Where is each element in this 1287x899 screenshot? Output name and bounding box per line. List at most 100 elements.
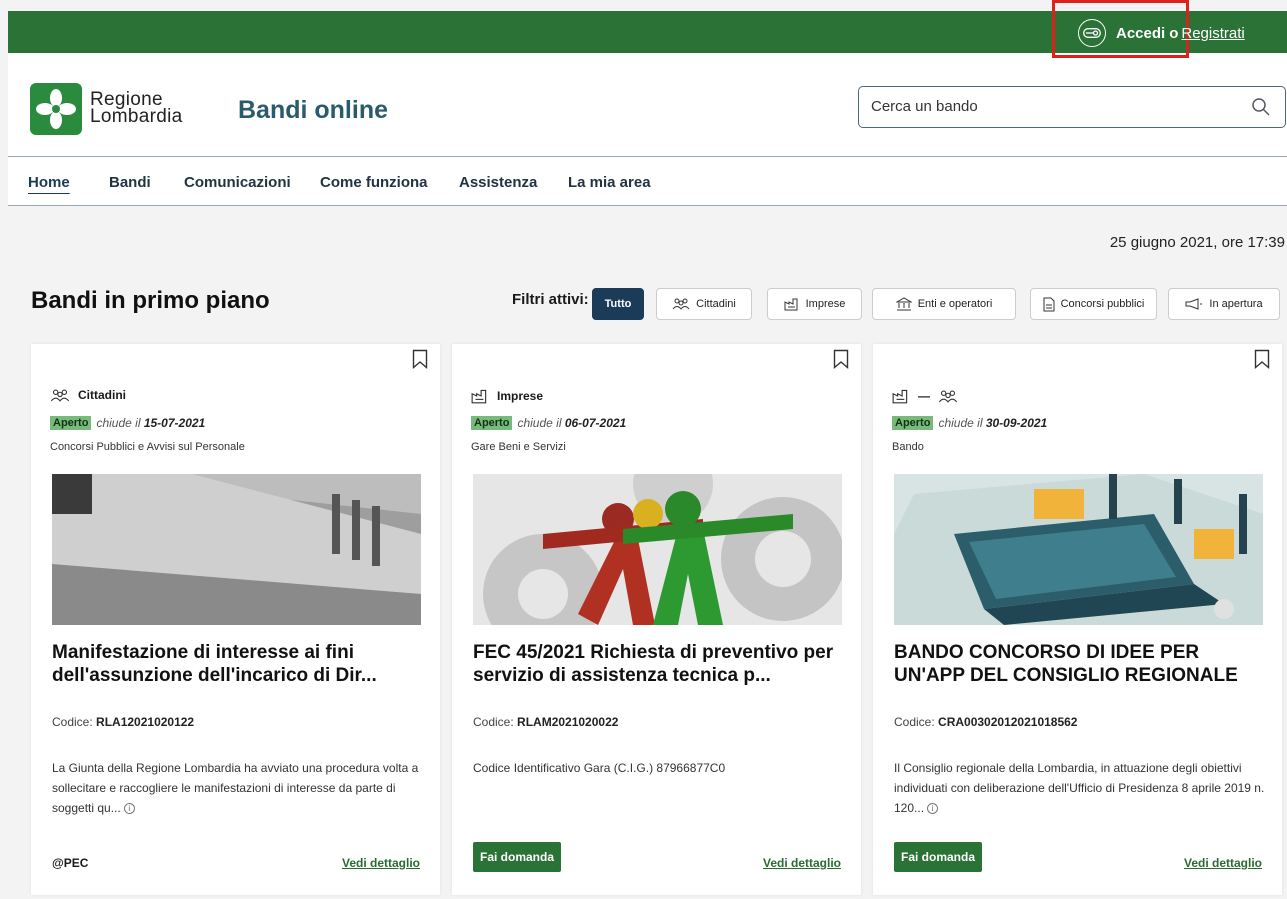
card-subcategory: Concorsi Pubblici e Avvisi sul Personale: [50, 441, 245, 453]
card-category-label: Imprese: [497, 389, 544, 403]
card-code: Codice: RLA12021020122: [52, 715, 194, 729]
fai-domanda-button[interactable]: Fai domanda: [894, 842, 983, 872]
current-date: 25 giugno 2021, ore 17:39: [1109, 234, 1285, 251]
status-badge: Aperto: [892, 416, 934, 430]
code-label: Codice:: [52, 715, 93, 729]
card-category: Imprese: [471, 388, 543, 404]
status-badge: Aperto: [50, 416, 92, 430]
logo-line-2: Lombardia: [90, 106, 183, 127]
filter-chip-label: Enti e operatori: [917, 298, 993, 310]
filter-chip-imprese[interactable]: Imprese: [767, 288, 862, 320]
people-icon: [938, 390, 958, 403]
nav-item-assistenza[interactable]: Assistenza: [459, 174, 537, 191]
status-badge: Aperto: [471, 416, 513, 430]
card-subcategory: Bando: [892, 441, 924, 453]
filters-label: Filtri attivi:: [512, 291, 589, 308]
bookmark-icon[interactable]: [1254, 349, 1270, 374]
filter-chip-label: Concorsi pubblici: [1060, 298, 1145, 310]
filter-chip-concorsi[interactable]: Concorsi pubblici: [1030, 288, 1157, 320]
pec-label: @PEC: [52, 856, 89, 870]
search-box: [858, 86, 1286, 128]
vedi-dettaglio-link[interactable]: Vedi dettaglio: [342, 856, 420, 870]
closes-date: 06-07-2021: [564, 416, 627, 430]
card-code: Codice: CRA00302012021018562: [894, 715, 1077, 729]
bando-card[interactable]: — Aperto chiude il 30-09-2021 Bando BAND…: [873, 344, 1282, 895]
logo-icon[interactable]: [30, 83, 82, 135]
card-image-gears: [473, 474, 842, 625]
card-description: Il Consiglio regionale della Lombardia, …: [894, 758, 1266, 818]
code-label: Codice:: [894, 715, 935, 729]
description-text: Codice Identificativo Gara (C.I.G.) 8796…: [473, 761, 726, 775]
filter-chip-label: In apertura: [1209, 298, 1263, 310]
filter-chip-label: Tutto: [604, 298, 632, 310]
card-category: Cittadini: [50, 388, 126, 402]
logo-text[interactable]: Regione Lombardia: [90, 90, 183, 127]
card-subcategory: Gare Beni e Servizi: [471, 441, 566, 453]
factory-icon: [892, 389, 908, 404]
site-title[interactable]: Bandi online: [238, 96, 388, 125]
filter-chip-enti[interactable]: Enti e operatori: [872, 288, 1016, 320]
login-area: Accedi o Registrati: [1078, 19, 1245, 47]
vedi-dettaglio-link[interactable]: Vedi dettaglio: [1184, 856, 1262, 870]
card-status: Aperto chiude il 06-07-2021: [471, 416, 626, 430]
login-link[interactable]: Accedi: [1116, 25, 1165, 42]
bookmark-icon[interactable]: [412, 349, 428, 374]
section-title: Bandi in primo piano: [31, 287, 270, 314]
people-icon: [672, 298, 690, 310]
card-status: Aperto chiude il 30-09-2021: [892, 416, 1047, 430]
people-icon: [50, 389, 70, 402]
card-category-label: —: [918, 389, 930, 403]
code-label: Codice:: [473, 715, 514, 729]
search-input[interactable]: [871, 98, 1241, 115]
filter-chip-in-apertura[interactable]: In apertura: [1168, 288, 1280, 320]
info-icon[interactable]: i: [123, 803, 135, 815]
description-text: La Giunta della Regione Lombardia ha avv…: [52, 761, 419, 815]
register-link[interactable]: Registrati: [1181, 25, 1244, 42]
description-text: Il Consiglio regionale della Lombardia, …: [894, 761, 1265, 815]
card-description: La Giunta della Regione Lombardia ha avv…: [52, 758, 424, 818]
header: Regione Lombardia Bandi online: [8, 53, 1287, 156]
card-image-building: [52, 474, 421, 625]
card-status: Aperto chiude il 15-07-2021: [50, 416, 205, 430]
nav-item-la-mia-area[interactable]: La mia area: [568, 174, 651, 191]
code-value: RLA12021020122: [96, 715, 195, 729]
login-separator: o: [1169, 24, 1179, 42]
card-code: Codice: RLAM2021020022: [473, 715, 618, 729]
filter-chip-cittadini[interactable]: Cittadini: [656, 288, 752, 320]
factory-icon: [784, 298, 798, 311]
card-category-label: Cittadini: [78, 388, 126, 402]
main-nav: Home Bandi Comunicazioni Come funziona A…: [8, 156, 1287, 206]
code-value: RLAM2021020022: [517, 715, 619, 729]
megaphone-icon: [1185, 298, 1203, 310]
bookmark-icon[interactable]: [833, 349, 849, 374]
card-description: Codice Identificativo Gara (C.I.G.) 8796…: [473, 758, 845, 778]
nav-item-come-funziona[interactable]: Come funziona: [320, 174, 428, 191]
bando-card[interactable]: Cittadini Aperto chiude il 15-07-2021 Co…: [31, 344, 440, 895]
closes-date: 30-09-2021: [985, 416, 1048, 430]
closes-prefix: chiude il: [517, 416, 562, 430]
closes-prefix: chiude il: [96, 416, 141, 430]
bando-card[interactable]: Imprese Aperto chiude il 06-07-2021 Gare…: [452, 344, 861, 895]
closes-prefix: chiude il: [938, 416, 983, 430]
nav-item-bandi[interactable]: Bandi: [109, 174, 151, 191]
document-icon: [1043, 297, 1055, 311]
filter-chip-label: Cittadini: [696, 298, 736, 310]
nav-item-comunicazioni[interactable]: Comunicazioni: [184, 174, 291, 191]
card-category: —: [892, 388, 958, 404]
card-title[interactable]: FEC 45/2021 Richiesta di preventivo per …: [473, 641, 845, 687]
key-icon[interactable]: [1078, 19, 1106, 47]
nav-item-home[interactable]: Home: [28, 174, 70, 191]
factory-icon: [471, 389, 487, 404]
card-image-laptop-illustration: [894, 474, 1263, 625]
fai-domanda-button[interactable]: Fai domanda: [473, 842, 562, 872]
filter-chip-tutto[interactable]: Tutto: [592, 288, 644, 320]
card-title[interactable]: BANDO CONCORSO DI IDEE PER UN'APP DEL CO…: [894, 641, 1266, 687]
info-icon[interactable]: i: [927, 803, 939, 815]
closes-date: 15-07-2021: [143, 416, 206, 430]
code-value: CRA00302012021018562: [938, 715, 1078, 729]
search-icon[interactable]: [1251, 97, 1271, 122]
vedi-dettaglio-link[interactable]: Vedi dettaglio: [763, 856, 841, 870]
card-title[interactable]: Manifestazione di interesse ai fini dell…: [52, 641, 424, 687]
building-icon: [895, 297, 912, 311]
filter-chip-label: Imprese: [805, 298, 846, 310]
